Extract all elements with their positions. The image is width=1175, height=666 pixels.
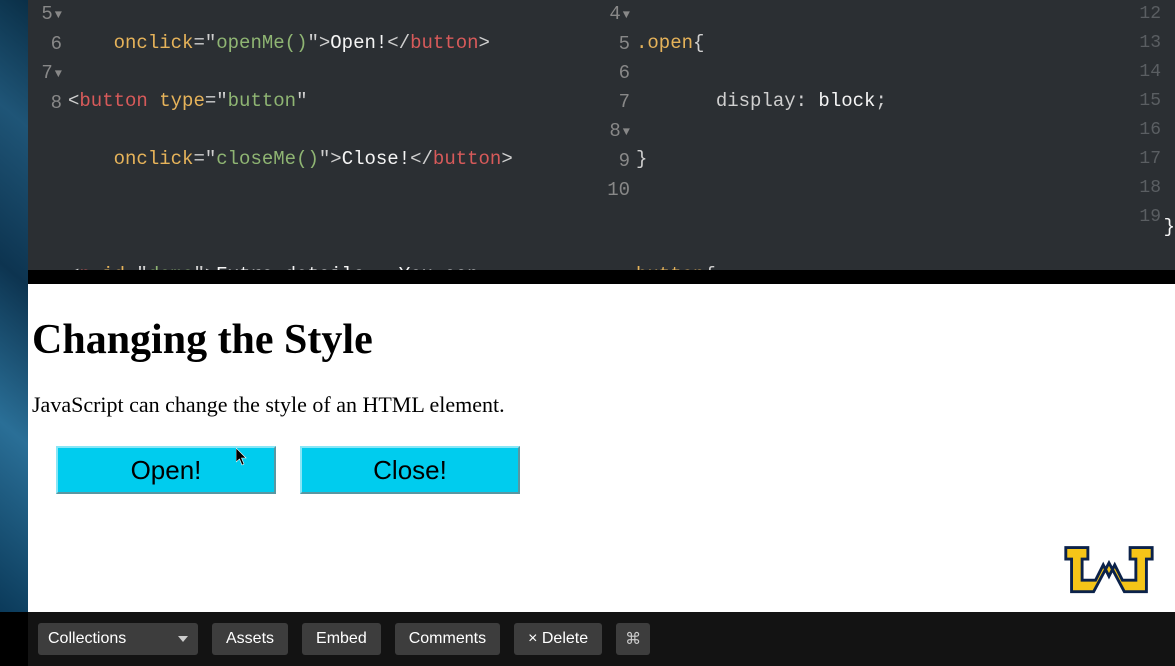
dropdown-triangle-icon xyxy=(178,636,188,642)
assets-button[interactable]: Assets xyxy=(212,623,288,655)
html-gutter: 5▼ 6 7▼ 8 xyxy=(28,0,68,270)
css-gutter: 4▼ 5 6 7 8▼ 9 10 xyxy=(596,0,636,270)
comments-button[interactable]: Comments xyxy=(395,623,500,655)
css-editor-pane[interactable]: 4▼ 5 6 7 8▼ 9 10 .open{ display: block; … xyxy=(596,0,1016,270)
html-code[interactable]: onclick="openMe()">Open!</button> <butto… xyxy=(68,0,584,270)
right-gutter: 12 13 14 15 16 17 18 19 xyxy=(1139,0,1161,232)
editor-area: 5▼ 6 7▼ 8 onclick="openMe()">Open!</butt… xyxy=(28,0,1175,270)
keyboard-shortcuts-button[interactable]: ⌘ xyxy=(616,623,650,655)
html-editor-pane[interactable]: 5▼ 6 7▼ 8 onclick="openMe()">Open!</butt… xyxy=(28,0,588,270)
michigan-logo xyxy=(1061,536,1157,600)
right-editor-pane[interactable]: 12 13 14 15 16 17 18 19 } xyxy=(1024,0,1175,270)
css-code[interactable]: .open{ display: block; } button{ width:1… xyxy=(636,0,1012,270)
right-code-stub: } xyxy=(1164,213,1175,242)
collections-dropdown[interactable]: Collections xyxy=(38,623,198,655)
bottom-toolbar: Collections Assets Embed Comments × Dele… xyxy=(28,612,1175,666)
open-button[interactable]: Open! xyxy=(56,446,276,494)
collections-label: Collections xyxy=(48,630,126,648)
close-button[interactable]: Close! xyxy=(300,446,520,494)
preview-pane: Changing the Style JavaScript can change… xyxy=(28,284,1175,612)
button-row: Open! Close! xyxy=(32,446,1167,494)
embed-button[interactable]: Embed xyxy=(302,623,381,655)
delete-button[interactable]: × Delete xyxy=(514,623,602,655)
desktop-stripe xyxy=(0,0,28,612)
preview-heading: Changing the Style xyxy=(32,316,1167,364)
preview-paragraph: JavaScript can change the style of an HT… xyxy=(32,392,1167,418)
